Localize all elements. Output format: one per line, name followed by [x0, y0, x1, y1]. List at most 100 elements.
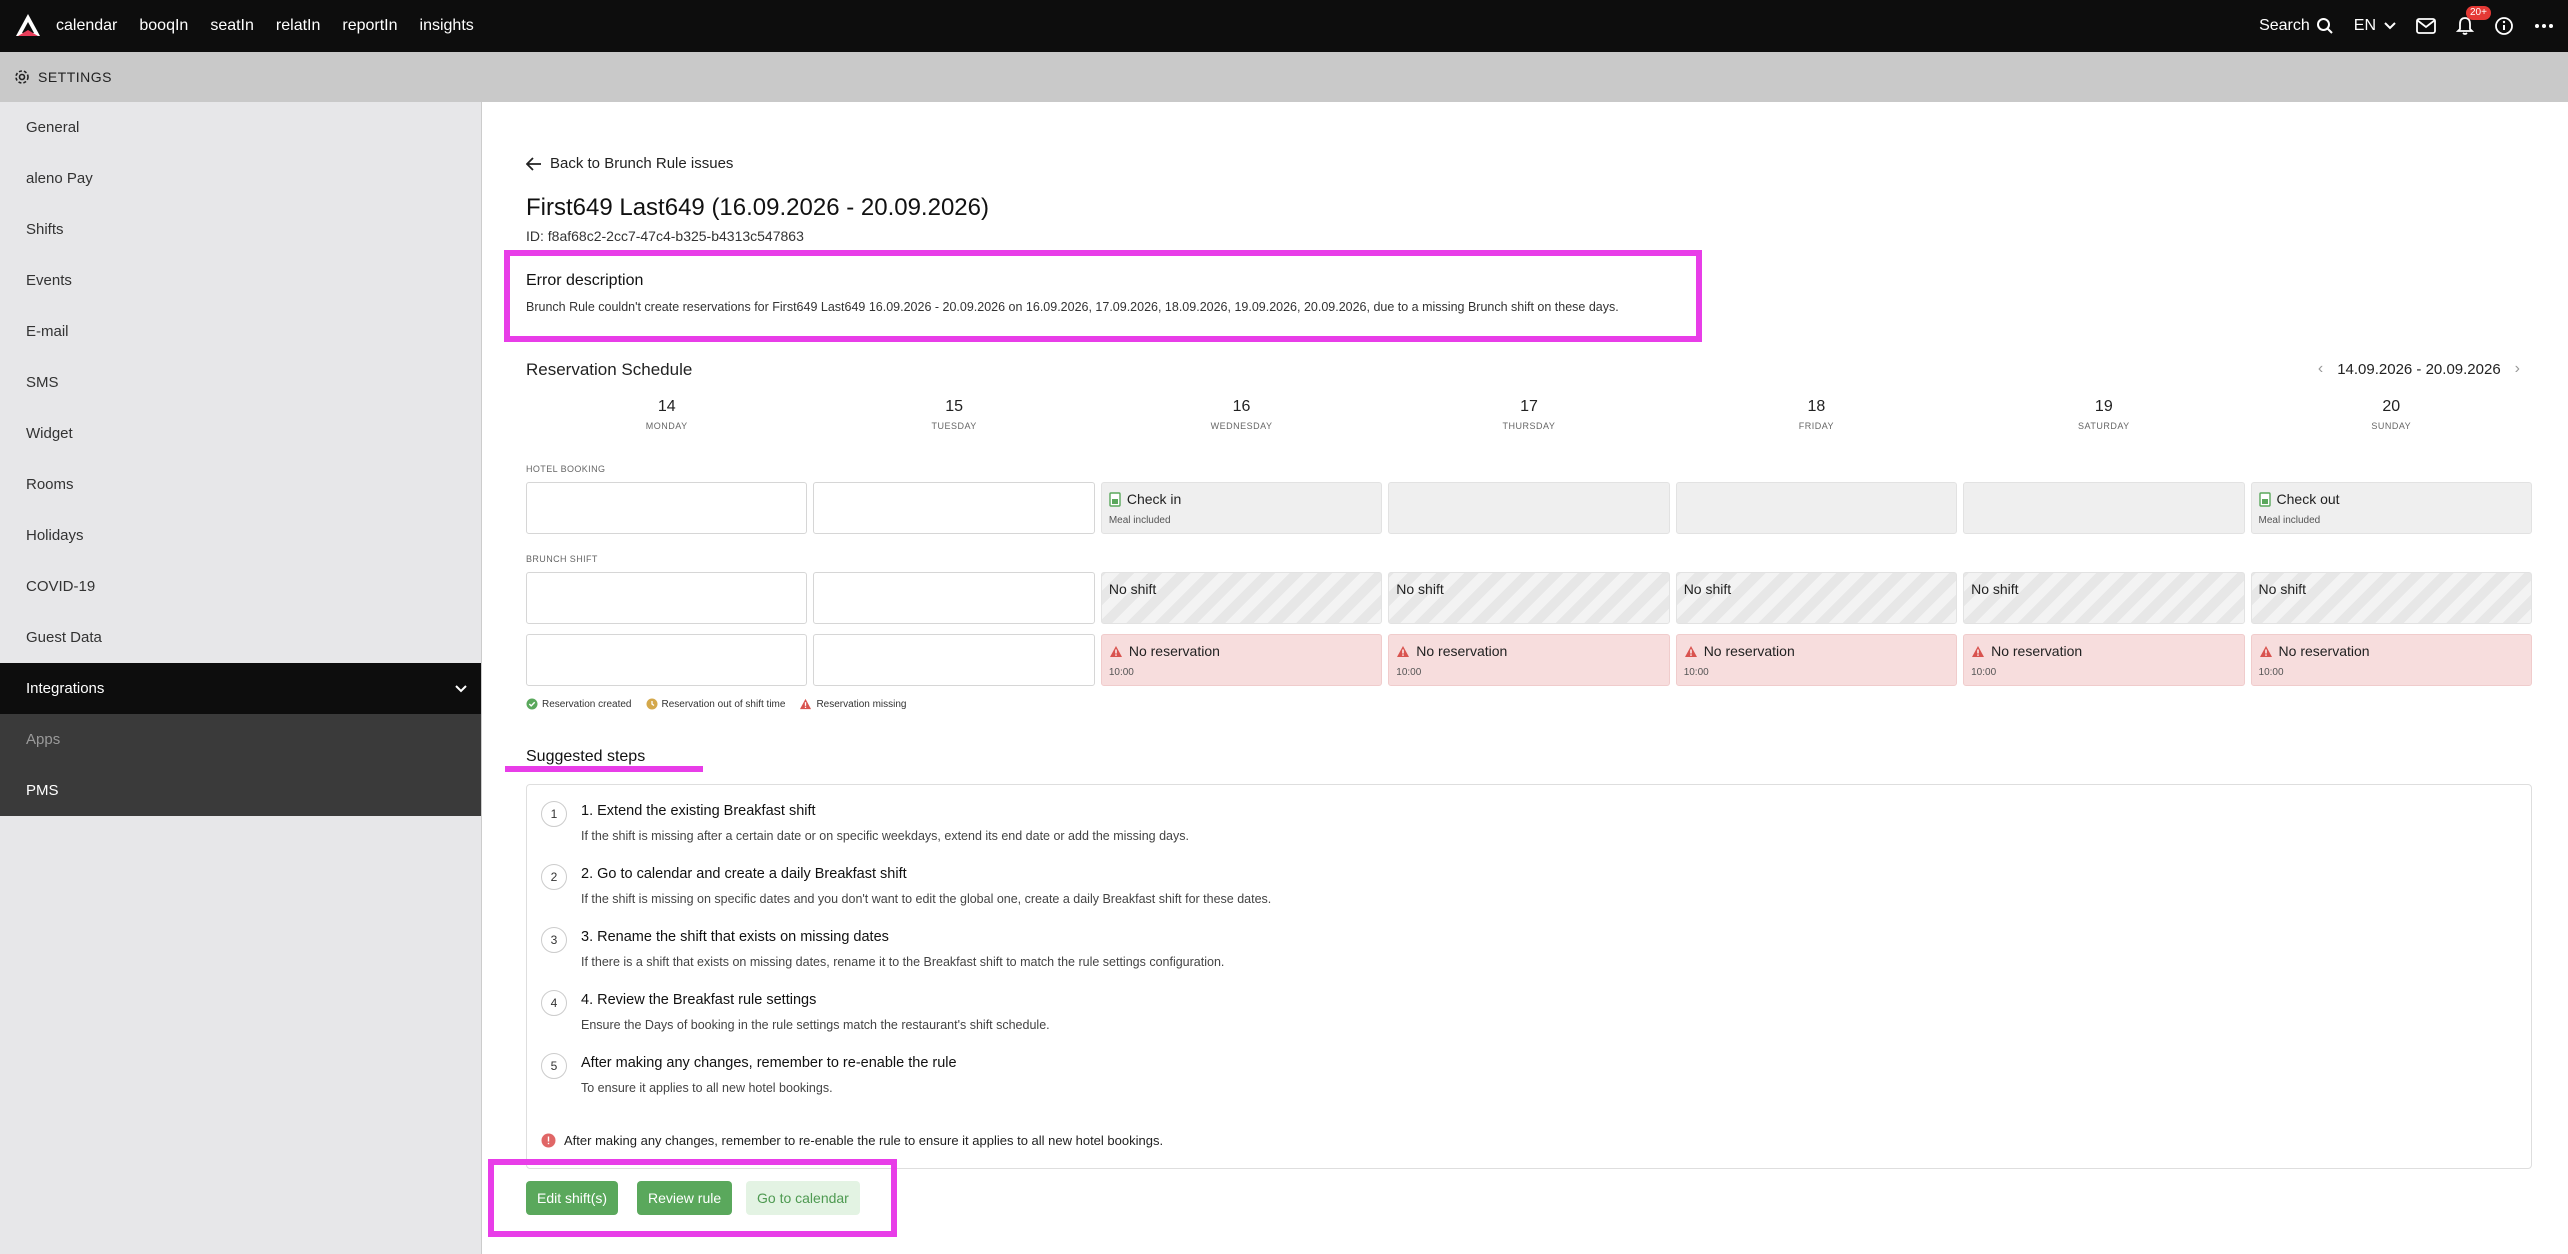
sidebar-item-widget[interactable]: Widget	[0, 408, 481, 459]
document-icon	[1109, 491, 1121, 507]
top-right-tools: Search EN 20+	[2259, 0, 2554, 52]
reservation-time: 10:00	[2258, 667, 2284, 678]
settings-title: SETTINGS	[38, 69, 113, 85]
hotel-booking-label: HOTEL BOOKING	[526, 464, 606, 474]
search-icon	[2316, 18, 2333, 34]
reservation-cell-missing[interactable]: No reservation 10:00	[1675, 634, 1958, 686]
sidebar-item-email[interactable]: E-mail	[0, 306, 481, 357]
step-desc: If there is a shift that exists on missi…	[581, 955, 1225, 969]
reservation-row: No reservation 10:00 No reservation 10:0…	[526, 634, 2532, 686]
shift-cell-none: No shift	[2250, 572, 2532, 624]
step-desc: If the shift is missing on specific date…	[581, 892, 1272, 906]
meal-included-label: Meal included	[2258, 515, 2321, 526]
sidebar-item-integrations[interactable]: Integrations	[0, 663, 481, 714]
shift-cell-empty	[526, 572, 808, 624]
reservation-time: 10:00	[1683, 667, 1709, 678]
warning-icon	[1397, 645, 1410, 657]
day-number: 19	[2094, 398, 2113, 415]
warning-icon	[800, 698, 812, 710]
step-desc: If the shift is missing after a certain …	[581, 829, 1189, 843]
search-button[interactable]: Search	[2259, 17, 2334, 35]
hotel-cell-check-out[interactable]: Check out Meal included	[2250, 482, 2532, 534]
day-name: MONDAY	[645, 421, 688, 431]
alert-circle-icon	[541, 1133, 556, 1148]
meal-included-label: Meal included	[1108, 515, 1171, 526]
sidebar-item-label: Integrations	[26, 680, 105, 697]
day-header: 14 MONDAY	[526, 398, 807, 431]
language-select[interactable]: EN	[2354, 17, 2396, 35]
step-item: 1 1. Extend the existing Breakfast shift…	[541, 801, 1189, 843]
nav-calendar[interactable]: calendar	[56, 17, 117, 35]
reservation-time: 10:00	[1108, 667, 1134, 678]
week-days-header: 14 MONDAY 15 TUESDAY 16 WEDNESDAY 17 THURSDA…	[526, 398, 2532, 431]
warning-icon	[1972, 645, 1985, 657]
sidebar-item-shifts[interactable]: Shifts	[0, 204, 481, 255]
day-header: 19 SATURDAY	[1963, 398, 2244, 431]
shift-cell-none: No shift	[1100, 572, 1383, 624]
note-text: After making any changes, remember to re…	[564, 1133, 1164, 1148]
warning-icon	[1684, 645, 1697, 657]
reservation-cell-missing[interactable]: No reservation 10:00	[1388, 634, 1670, 686]
mail-icon[interactable]	[2416, 18, 2436, 34]
sidebar-item-general[interactable]: General	[0, 102, 481, 153]
more-icon[interactable]	[2534, 23, 2554, 29]
chevron-right-icon[interactable]: ›	[2515, 360, 2520, 378]
step-number: 1	[541, 801, 567, 827]
nav-relatin[interactable]: relatIn	[276, 17, 320, 35]
check-out-label: Check out	[2276, 491, 2340, 507]
notifications-button[interactable]: 20+	[2456, 6, 2491, 36]
sidebar-item-guest-data[interactable]: Guest Data	[0, 612, 481, 663]
sidebar-item-sms[interactable]: SMS	[0, 357, 481, 408]
nav-reportin[interactable]: reportIn	[342, 17, 397, 35]
chevron-left-icon[interactable]: ‹	[2318, 360, 2323, 378]
notification-badge: 20+	[2466, 6, 2491, 20]
edit-shifts-button[interactable]: Edit shift(s)	[526, 1181, 619, 1215]
nav-insights[interactable]: insights	[420, 17, 474, 35]
sidebar-item-holidays[interactable]: Holidays	[0, 510, 481, 561]
sidebar-item-rooms[interactable]: Rooms	[0, 459, 481, 510]
step-title: 1. Extend the existing Breakfast shift	[581, 803, 816, 819]
sidebar-item-events[interactable]: Events	[0, 255, 481, 306]
search-label: Search	[2259, 17, 2310, 34]
language-value: EN	[2353, 17, 2376, 34]
hotel-cell-check-in[interactable]: Check in Meal included	[1100, 482, 1383, 534]
no-reservation-label: No reservation	[1128, 643, 1220, 659]
reservation-cell-missing[interactable]: No reservation 10:00	[1100, 634, 1383, 686]
date-range-label: 14.09.2026 - 20.09.2026	[2337, 360, 2501, 378]
day-header: 16 WEDNESDAY	[1101, 398, 1382, 431]
clock-icon	[646, 698, 657, 710]
highlight-underline	[505, 766, 703, 772]
main-menu: calendar booqIn seatIn relatIn reportIn …	[56, 17, 474, 35]
brunch-shift-label: BRUNCH SHIFT	[526, 554, 598, 564]
go-to-calendar-button[interactable]: Go to calendar	[746, 1181, 860, 1215]
error-description-box: Error description Brunch Rule couldn't c…	[504, 250, 1702, 342]
sidebar-item-pms[interactable]: PMS	[0, 765, 481, 816]
warning-icon	[2259, 645, 2272, 657]
aleno-logo-icon[interactable]	[14, 12, 42, 40]
sidebar-item-apps[interactable]: Apps	[0, 714, 481, 765]
chevron-down-icon	[2384, 22, 2396, 30]
day-number: 18	[1807, 398, 1826, 415]
step-desc: Ensure the Days of booking in the rule s…	[581, 1018, 1050, 1032]
nav-seatin[interactable]: seatIn	[210, 17, 254, 35]
reservation-cell-empty	[813, 634, 1095, 686]
shift-cell-none: No shift	[1388, 572, 1670, 624]
sidebar-item-covid[interactable]: COVID-19	[0, 561, 481, 612]
no-reservation-label: No reservation	[1416, 643, 1508, 659]
reservation-cell-missing[interactable]: No reservation 10:00	[2250, 634, 2532, 686]
hotel-cell-stay	[1675, 482, 1958, 534]
hotel-booking-row: Check in Meal included Check out Meal in…	[526, 482, 2532, 534]
record-id: ID: f8af68c2-2cc7-47c4-b325-b4313c547863	[526, 228, 804, 244]
review-rule-button[interactable]: Review rule	[637, 1181, 733, 1215]
no-reservation-label: No reservation	[2278, 643, 2370, 659]
back-link[interactable]: Back to Brunch Rule issues	[526, 155, 733, 172]
step-item: 3 3. Rename the shift that exists on mis…	[541, 927, 1224, 969]
sidebar-item-aleno-pay[interactable]: aleno Pay	[0, 153, 481, 204]
day-number: 15	[945, 398, 964, 415]
nav-booqin[interactable]: booqIn	[139, 17, 188, 35]
reservation-cell-missing[interactable]: No reservation 10:00	[1963, 634, 2245, 686]
info-icon[interactable]	[2494, 16, 2514, 36]
day-header: 17 THURSDAY	[1388, 398, 1669, 431]
error-text: Brunch Rule couldn't create reservations…	[526, 300, 1619, 314]
legend-created: Reservation created	[526, 698, 632, 710]
